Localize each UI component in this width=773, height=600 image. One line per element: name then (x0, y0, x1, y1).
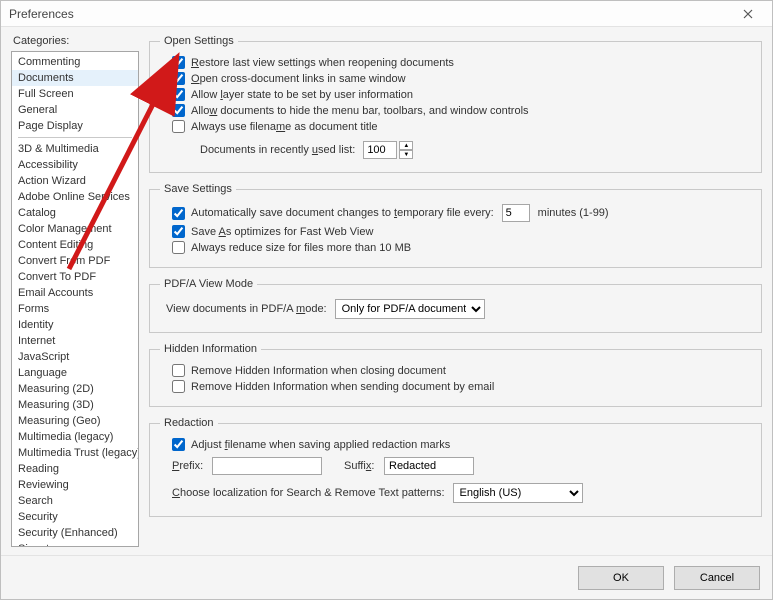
suffix-label: Suffix: (344, 460, 384, 472)
save-settings-group: Save Settings Automatically save documen… (149, 183, 762, 268)
category-item-measuring-3d[interactable]: Measuring (3D) (12, 397, 138, 413)
ok-button[interactable]: OK (578, 566, 664, 590)
categories-label: Categories: (13, 35, 139, 47)
category-divider (18, 137, 132, 138)
close-button[interactable] (730, 4, 766, 24)
suffix-input[interactable] (384, 457, 474, 475)
hidden-info-group: Hidden Information Remove Hidden Informa… (149, 343, 762, 407)
category-item-security-enhanced[interactable]: Security (Enhanced) (12, 525, 138, 541)
category-item-catalog[interactable]: Catalog (12, 205, 138, 221)
prefix-input[interactable] (212, 457, 322, 475)
autosave-label: Automatically save document changes to t… (191, 207, 494, 219)
adjust-filename-checkbox[interactable] (172, 438, 185, 451)
pdfa-legend: PDF/A View Mode (160, 278, 257, 290)
autosave-unit: minutes (1-99) (538, 207, 609, 219)
adjust-filename-label: Adjust filename when saving applied reda… (191, 439, 450, 451)
category-item-javascript[interactable]: JavaScript (12, 349, 138, 365)
filename-as-title-checkbox[interactable] (172, 120, 185, 133)
redaction-legend: Redaction (160, 417, 218, 429)
category-item-internet[interactable]: Internet (12, 333, 138, 349)
category-item-multimedia-legacy[interactable]: Multimedia (legacy) (12, 429, 138, 445)
reduce-size-label: Always reduce size for files more than 1… (191, 242, 411, 254)
category-item-reading[interactable]: Reading (12, 461, 138, 477)
pdfa-group: PDF/A View Mode View documents in PDF/A … (149, 278, 762, 333)
window-title: Preferences (9, 7, 74, 21)
recent-list-spinner[interactable]: ▲ ▼ (399, 141, 413, 159)
cancel-button[interactable]: Cancel (674, 566, 760, 590)
category-item-general[interactable]: General (12, 102, 138, 118)
categories-pane: Categories: CommentingDocumentsFull Scre… (11, 35, 139, 547)
category-item-convert-to-pdf[interactable]: Convert To PDF (12, 269, 138, 285)
filename-as-title-label: Always use filename as document title (191, 121, 378, 133)
category-item-color-management[interactable]: Color Management (12, 221, 138, 237)
prefix-label: Prefix: (172, 460, 212, 472)
category-item-full-screen[interactable]: Full Screen (12, 86, 138, 102)
spinner-down-icon[interactable]: ▼ (399, 150, 413, 159)
category-item-signatures[interactable]: Signatures (12, 541, 138, 547)
category-item-search[interactable]: Search (12, 493, 138, 509)
dialog-footer: OK Cancel (1, 555, 772, 599)
recent-list-label: Documents in recently used list: (200, 144, 355, 156)
category-item-identity[interactable]: Identity (12, 317, 138, 333)
category-item-page-display[interactable]: Page Display (12, 118, 138, 134)
category-item-convert-from-pdf[interactable]: Convert From PDF (12, 253, 138, 269)
category-item-forms[interactable]: Forms (12, 301, 138, 317)
fast-web-view-label: Save As optimizes for Fast Web View (191, 226, 373, 238)
titlebar: Preferences (1, 1, 772, 27)
restore-last-view-label: Restore last view settings when reopenin… (191, 57, 454, 69)
remove-hidden-closing-checkbox[interactable] (172, 364, 185, 377)
category-item-measuring-geo[interactable]: Measuring (Geo) (12, 413, 138, 429)
settings-panel: Open Settings Restore last view settings… (149, 35, 762, 547)
autosave-minutes-input[interactable] (502, 204, 530, 222)
spinner-up-icon[interactable]: ▲ (399, 141, 413, 150)
allow-hide-menubar-checkbox[interactable] (172, 104, 185, 117)
hidden-info-legend: Hidden Information (160, 343, 261, 355)
redaction-group: Redaction Adjust filename when saving ap… (149, 417, 762, 517)
category-item-content-editing[interactable]: Content Editing (12, 237, 138, 253)
open-settings-legend: Open Settings (160, 35, 238, 47)
recent-list-input[interactable] (363, 141, 397, 159)
category-item-accessibility[interactable]: Accessibility (12, 157, 138, 173)
category-item-reviewing[interactable]: Reviewing (12, 477, 138, 493)
remove-hidden-email-checkbox[interactable] (172, 380, 185, 393)
open-settings-group: Open Settings Restore last view settings… (149, 35, 762, 173)
open-cross-doc-checkbox[interactable] (172, 72, 185, 85)
fast-web-view-checkbox[interactable] (172, 225, 185, 238)
preferences-dialog: Preferences Categories: CommentingDocume… (0, 0, 773, 600)
localization-label: Choose localization for Search & Remove … (172, 487, 445, 499)
category-item-adobe-online-services[interactable]: Adobe Online Services (12, 189, 138, 205)
reduce-size-checkbox[interactable] (172, 241, 185, 254)
save-settings-legend: Save Settings (160, 183, 236, 195)
pdfa-mode-select[interactable]: Only for PDF/A documents (335, 299, 485, 319)
open-cross-doc-label: Open cross-document links in same window (191, 73, 406, 85)
category-item-3d-multimedia[interactable]: 3D & Multimedia (12, 141, 138, 157)
close-icon (743, 9, 753, 19)
allow-layer-state-checkbox[interactable] (172, 88, 185, 101)
categories-listbox[interactable]: CommentingDocumentsFull ScreenGeneralPag… (11, 51, 139, 547)
category-item-documents[interactable]: Documents (12, 70, 138, 86)
category-item-measuring-2d[interactable]: Measuring (2D) (12, 381, 138, 397)
allow-hide-menubar-label: Allow documents to hide the menu bar, to… (191, 105, 529, 117)
category-item-email-accounts[interactable]: Email Accounts (12, 285, 138, 301)
remove-hidden-closing-label: Remove Hidden Information when closing d… (191, 365, 446, 377)
localization-select[interactable]: English (US) (453, 483, 583, 503)
category-item-multimedia-trust[interactable]: Multimedia Trust (legacy) (12, 445, 138, 461)
pdfa-mode-label: View documents in PDF/A mode: (166, 303, 327, 315)
autosave-checkbox[interactable] (172, 207, 185, 220)
restore-last-view-checkbox[interactable] (172, 56, 185, 69)
remove-hidden-email-label: Remove Hidden Information when sending d… (191, 381, 494, 393)
category-item-action-wizard[interactable]: Action Wizard (12, 173, 138, 189)
category-item-security[interactable]: Security (12, 509, 138, 525)
category-item-language[interactable]: Language (12, 365, 138, 381)
category-item-commenting[interactable]: Commenting (12, 54, 138, 70)
allow-layer-state-label: Allow layer state to be set by user info… (191, 89, 413, 101)
